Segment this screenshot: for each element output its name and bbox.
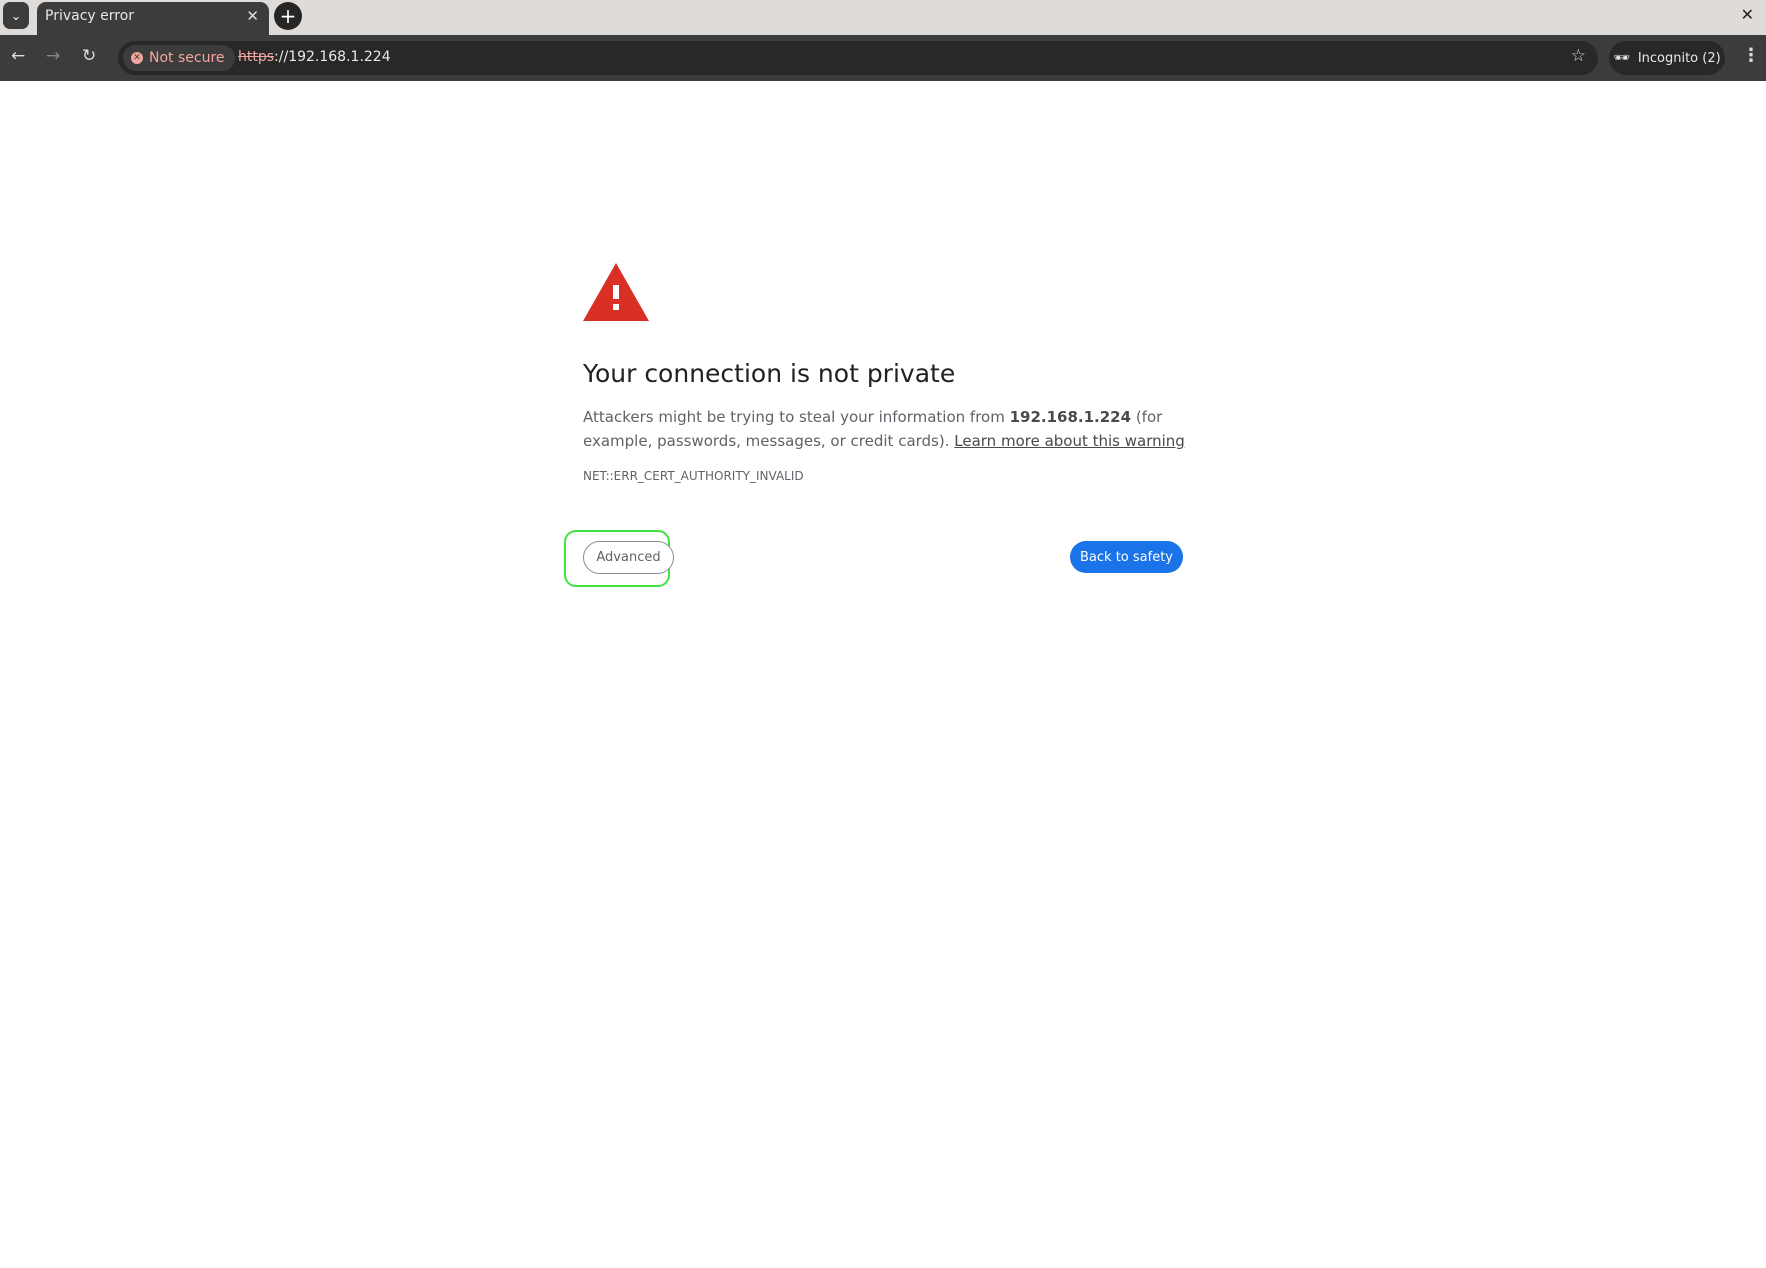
tab-title: Privacy error xyxy=(45,8,135,24)
tab-search-button[interactable]: ⌄ xyxy=(3,2,29,29)
page-title: Your connection is not private xyxy=(583,359,956,388)
back-arrow-icon[interactable]: ← xyxy=(11,46,25,66)
warning-triangle-icon xyxy=(583,263,649,321)
url-scheme: https xyxy=(238,49,275,65)
reload-icon[interactable]: ↻ xyxy=(82,46,96,66)
security-chip[interactable]: ✕ Not secure xyxy=(123,45,235,71)
not-secure-icon: ✕ xyxy=(131,52,143,64)
bookmark-star-icon[interactable]: ☆ xyxy=(1571,46,1586,66)
url-text[interactable]: https://192.168.1.224 xyxy=(238,49,391,65)
address-bar[interactable]: ✕ Not secure https://192.168.1.224 ☆ xyxy=(118,41,1598,75)
tab-privacy-error[interactable]: Privacy error ✕ xyxy=(37,2,269,35)
close-window-button[interactable]: ✕ xyxy=(1741,5,1754,24)
forward-arrow-icon[interactable]: → xyxy=(46,46,60,66)
host-name: 192.168.1.224 xyxy=(1009,408,1132,426)
incognito-button[interactable]: 🕶 Incognito (2) xyxy=(1609,41,1725,75)
tab-strip: ⌄ Privacy error ✕ + ✕ xyxy=(0,0,1766,35)
learn-more-link[interactable]: Learn more about this warning xyxy=(954,432,1185,450)
back-to-safety-button[interactable]: Back to safety xyxy=(1070,541,1183,573)
close-tab-icon[interactable]: ✕ xyxy=(246,7,259,25)
chevron-down-icon: ⌄ xyxy=(10,8,22,23)
incognito-icon: 🕶 xyxy=(1613,50,1630,66)
url-host: ://192.168.1.224 xyxy=(274,49,391,65)
more-menu-icon[interactable]: ⋮ xyxy=(1742,45,1760,66)
desc-text: Attackers might be trying to steal your … xyxy=(583,408,1010,426)
advanced-button[interactable]: Advanced xyxy=(583,541,674,574)
error-code: NET::ERR_CERT_AUTHORITY_INVALID xyxy=(583,469,804,483)
new-tab-button[interactable]: + xyxy=(274,2,302,30)
security-chip-label: Not secure xyxy=(149,50,225,66)
toolbar: ← → ↻ ✕ Not secure https://192.168.1.224… xyxy=(0,35,1766,81)
warning-description: Attackers might be trying to steal your … xyxy=(583,405,1203,453)
incognito-label: Incognito (2) xyxy=(1637,50,1721,66)
